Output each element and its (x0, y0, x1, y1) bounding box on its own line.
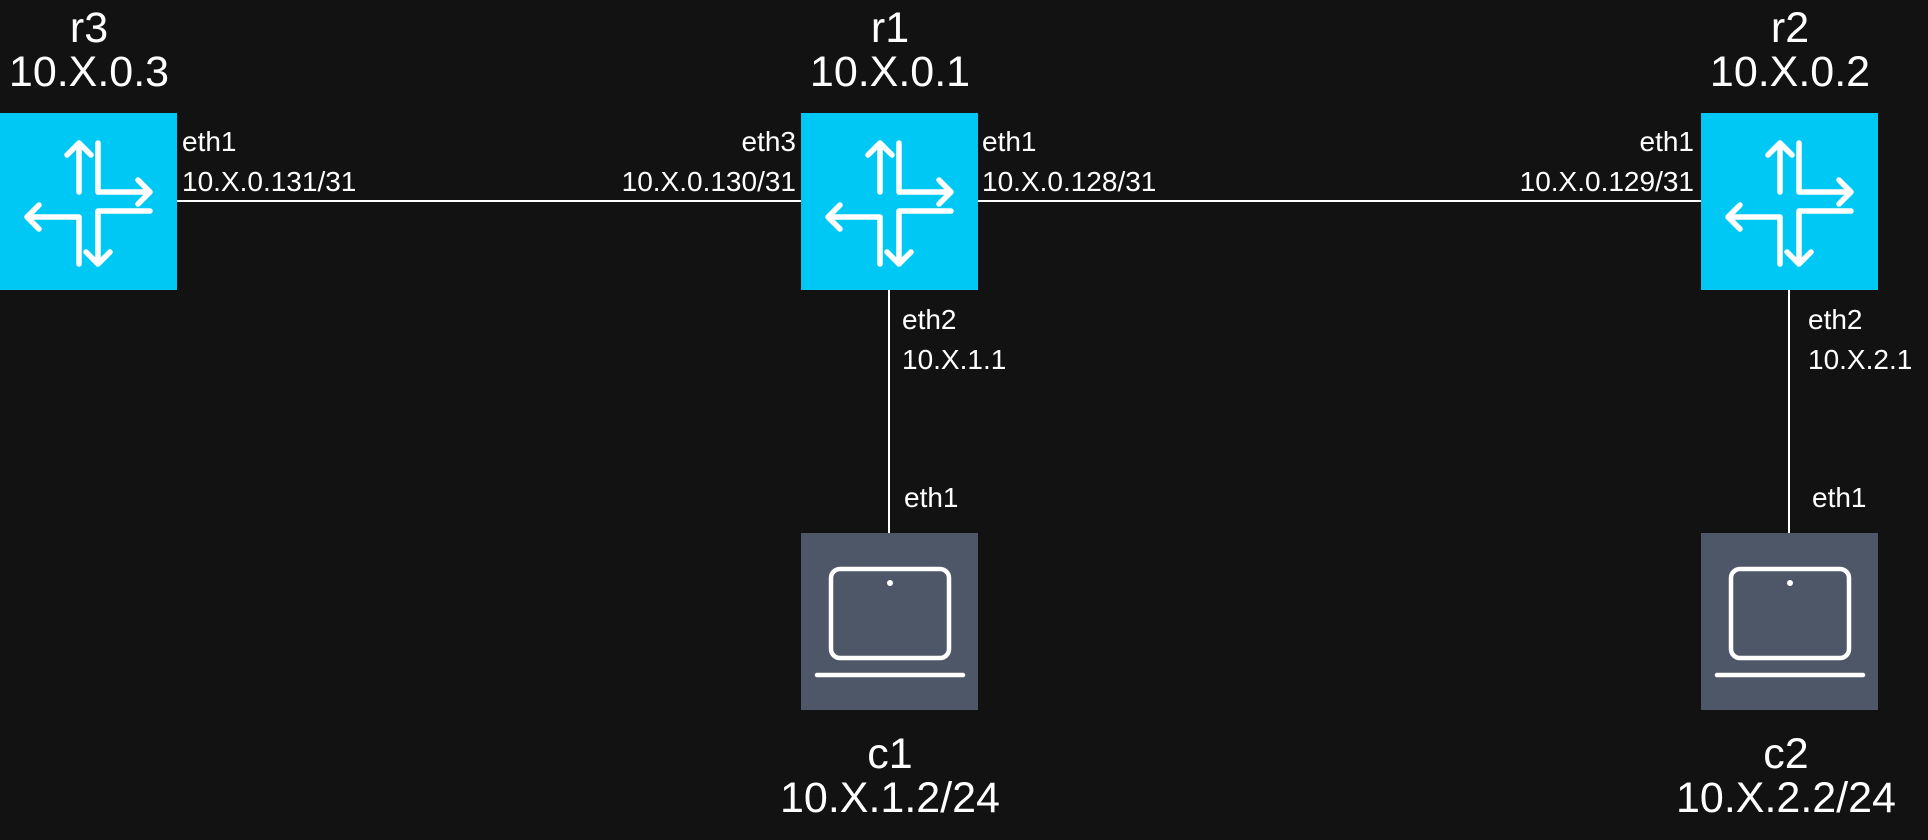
laptop-icon (814, 566, 966, 678)
interface-label-r2-eth2: eth2 10.X.2.1 (1808, 300, 1912, 380)
interface-label-r2-eth1: eth1 10.X.0.129/31 (1440, 122, 1694, 202)
node-name-r1: r1 (870, 4, 910, 52)
node-address-c2: 10.X.2.2/24 (1676, 774, 1896, 822)
interface-name: eth1 (1812, 482, 1867, 513)
client-c1[interactable] (801, 533, 978, 710)
client-c2[interactable] (1701, 533, 1878, 710)
interface-name: eth2 (1808, 304, 1863, 335)
interface-address: 10.X.0.128/31 (982, 166, 1157, 197)
node-address-c1: 10.X.1.2/24 (780, 774, 1000, 822)
interface-label-c1-eth1: eth1 (904, 478, 959, 518)
interface-label-r1-eth2: eth2 10.X.1.1 (902, 300, 1006, 380)
router-r1[interactable] (801, 113, 978, 290)
node-title-c2: c2 10.X.2.2/24 (1636, 732, 1928, 820)
network-topology-diagram: r3 10.X.0.3 r1 10.X.0.1 r2 10.X.0.2 c1 1… (0, 0, 1928, 840)
interface-label-r3-eth1: eth1 10.X.0.131/31 (182, 122, 356, 202)
laptop-icon (1714, 566, 1866, 678)
interface-name: eth1 (1639, 126, 1695, 157)
router-r3[interactable] (0, 113, 177, 290)
interface-name: eth1 (182, 126, 237, 157)
router-icon (1725, 140, 1854, 267)
node-title-r1: r1 10.X.0.1 (801, 6, 979, 94)
node-address-r1: 10.X.0.1 (809, 48, 971, 96)
node-name-c1: c1 (867, 730, 913, 778)
node-title-r3: r3 10.X.0.3 (0, 6, 178, 94)
node-address-r3: 10.X.0.3 (8, 48, 170, 96)
node-title-r2: r2 10.X.0.2 (1701, 6, 1879, 94)
link-r2-c2 (1788, 290, 1790, 534)
interface-label-r1-eth3: eth3 10.X.0.130/31 (560, 122, 796, 202)
node-name-r3: r3 (69, 4, 109, 52)
interface-name: eth1 (982, 126, 1037, 157)
node-name-r2: r2 (1770, 4, 1810, 52)
interface-address: 10.X.0.130/31 (621, 166, 796, 197)
router-icon (24, 140, 153, 267)
interface-name: eth3 (741, 126, 797, 157)
node-address-r2: 10.X.0.2 (1709, 48, 1871, 96)
router-icon (825, 140, 954, 267)
interface-label-r1-eth1: eth1 10.X.0.128/31 (982, 122, 1156, 202)
interface-address: 10.X.0.131/31 (182, 166, 357, 197)
node-title-c1: c1 10.X.1.2/24 (740, 732, 1040, 820)
interface-address: 10.X.2.1 (1808, 344, 1913, 375)
interface-name: eth1 (904, 482, 959, 513)
router-r2[interactable] (1701, 113, 1878, 290)
interface-address: 10.X.0.129/31 (1519, 166, 1694, 197)
link-r1-c1 (888, 290, 890, 534)
interface-label-c2-eth1: eth1 (1812, 478, 1867, 518)
interface-name: eth2 (902, 304, 957, 335)
node-name-c2: c2 (1763, 730, 1809, 778)
interface-address: 10.X.1.1 (902, 344, 1007, 375)
